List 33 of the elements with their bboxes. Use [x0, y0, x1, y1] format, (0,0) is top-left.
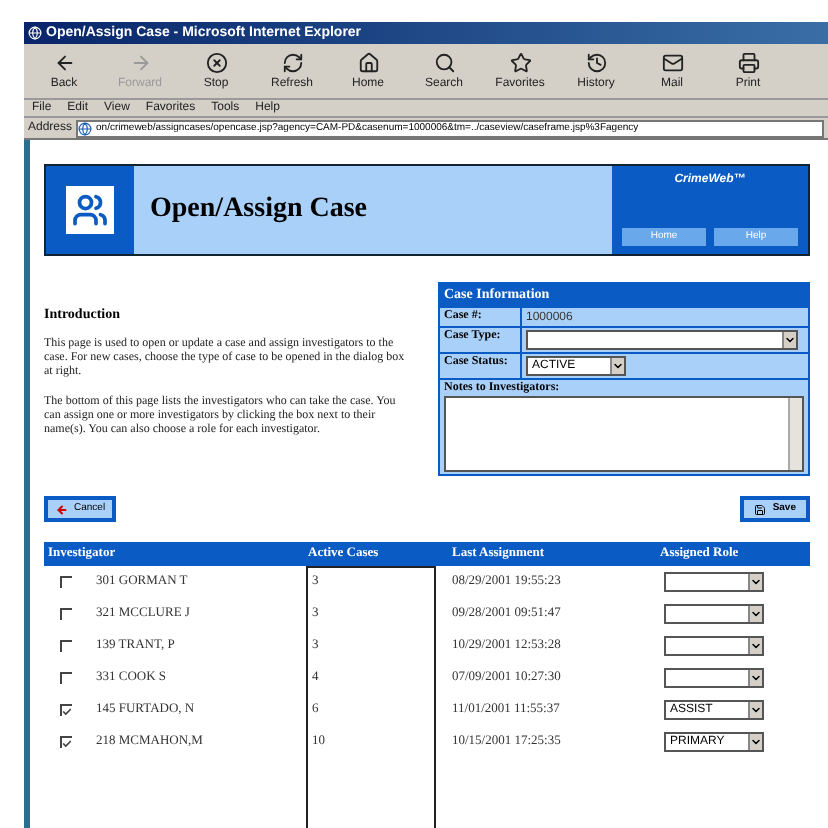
page-title: Open/Assign Case: [150, 196, 368, 224]
scrollbar[interactable]: [788, 398, 802, 470]
page-icon: [78, 121, 93, 135]
notes-field[interactable]: [444, 396, 804, 472]
toolbar-icon: [129, 52, 151, 74]
toolbar-icon: [281, 52, 303, 74]
dropdown-arrow-icon: [748, 638, 762, 654]
dropdown-arrow-icon: [748, 670, 762, 686]
dropdown-arrow-icon: [782, 332, 796, 348]
checkbox[interactable]: [60, 736, 72, 748]
toolbar-icon: [357, 52, 379, 74]
dropdown-arrow-icon: [748, 734, 762, 750]
dropdown-arrow-icon: [610, 358, 624, 374]
toolbar-icon: [661, 52, 683, 74]
disk-icon: [754, 503, 767, 515]
dropdown-arrow-icon: [748, 702, 762, 718]
select-field[interactable]: [526, 330, 798, 350]
people-icon: [72, 192, 108, 228]
toolbar-icon: [737, 52, 759, 74]
role-select[interactable]: [664, 668, 764, 688]
toolbar-icon: [585, 52, 607, 74]
role-select[interactable]: [664, 604, 764, 624]
dropdown-arrow-icon: [748, 606, 762, 622]
browser-icon: [28, 26, 42, 40]
toolbar-icon: [509, 52, 531, 74]
role-select[interactable]: [664, 636, 764, 656]
toolbar-icon: [433, 52, 455, 74]
toolbar-icon: [53, 52, 75, 74]
role-select[interactable]: [664, 572, 764, 592]
arrow-left-icon: [54, 503, 70, 515]
toolbar-icon: [205, 52, 227, 74]
dropdown-arrow-icon: [748, 574, 762, 590]
checkbox[interactable]: [60, 704, 72, 716]
